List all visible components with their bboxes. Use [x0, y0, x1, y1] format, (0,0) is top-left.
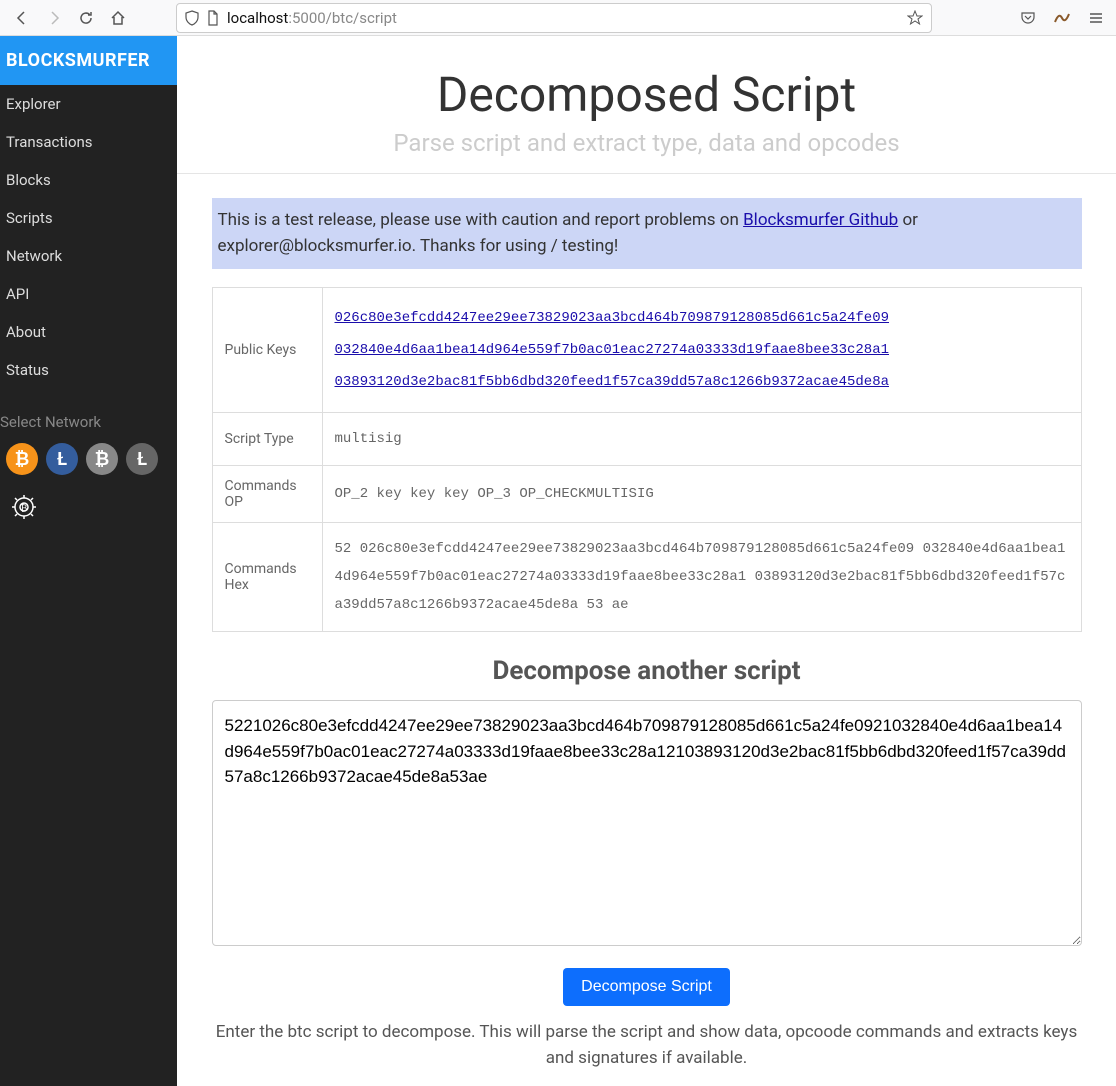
- select-network-label: Select Network: [0, 389, 177, 443]
- network-coin-bitcoin-testnet[interactable]: ₿: [86, 443, 118, 475]
- value-commands-op: OP_2 key key key OP_3 OP_CHECKMULTISIG: [322, 466, 1081, 523]
- arrow-left-icon: [14, 10, 30, 26]
- value-commands-hex: 52 026c80e3efcdd4247ee29ee73829023aa3bcd…: [322, 523, 1081, 632]
- sidebar-item-blocks[interactable]: Blocks: [0, 161, 177, 199]
- url-bar[interactable]: localhost:5000/btc/script: [176, 3, 932, 33]
- test-release-notice: This is a test release, please use with …: [212, 198, 1082, 269]
- arrow-right-icon: [46, 10, 62, 26]
- menu-icon[interactable]: [1084, 6, 1108, 30]
- brand-logo[interactable]: BLOCKSMURFER: [0, 36, 177, 85]
- sidebar: BLOCKSMURFER ExplorerTransactionsBlocksS…: [0, 36, 177, 1086]
- url-text: localhost:5000/btc/script: [227, 9, 899, 27]
- forward-button[interactable]: [40, 4, 68, 32]
- public-key-link[interactable]: 026c80e3efcdd4247ee29ee73829023aa3bcd464…: [335, 304, 1069, 332]
- help-text: Enter the btc script to decompose. This …: [212, 1020, 1082, 1071]
- decompose-heading: Decompose another script: [212, 656, 1082, 686]
- network-coin-litecoin-testnet[interactable]: Ł: [126, 443, 158, 475]
- sidebar-item-status[interactable]: Status: [0, 351, 177, 389]
- script-info-table: Public Keys 026c80e3efcdd4247ee29ee73829…: [212, 287, 1082, 632]
- browser-toolbar: localhost:5000/btc/script: [0, 0, 1116, 36]
- back-button[interactable]: [8, 4, 36, 32]
- label-public-keys: Public Keys: [212, 288, 322, 413]
- page-subtitle: Parse script and extract type, data and …: [212, 129, 1082, 157]
- pocket-icon[interactable]: [1016, 6, 1040, 30]
- sidebar-item-transactions[interactable]: Transactions: [0, 123, 177, 161]
- label-script-type: Script Type: [212, 413, 322, 466]
- network-coin-row: ₿Ł₿Ł: [0, 443, 177, 489]
- value-script-type: multisig: [322, 413, 1081, 466]
- value-public-keys: 026c80e3efcdd4247ee29ee73829023aa3bcd464…: [322, 288, 1081, 413]
- bookmark-star-icon[interactable]: [907, 10, 923, 26]
- extension-icon[interactable]: [1050, 6, 1074, 30]
- label-commands-op: Commands OP: [212, 466, 322, 523]
- reload-icon: [78, 10, 94, 26]
- github-link[interactable]: Blocksmurfer Github: [743, 210, 898, 230]
- network-coin-bitcoin[interactable]: ₿: [6, 443, 38, 475]
- public-key-link[interactable]: 03893120d3e2bac81f5bb6dbd320feed1f57ca39…: [335, 368, 1069, 396]
- shield-icon[interactable]: [185, 10, 199, 26]
- sidebar-item-scripts[interactable]: Scripts: [0, 199, 177, 237]
- reload-button[interactable]: [72, 4, 100, 32]
- page-title: Decomposed Script: [212, 66, 1082, 123]
- document-icon: [207, 10, 219, 26]
- home-icon: [110, 10, 126, 26]
- sidebar-item-about[interactable]: About: [0, 313, 177, 351]
- browser-right-icons: [1016, 6, 1108, 30]
- network-coin-litecoin[interactable]: Ł: [46, 443, 78, 475]
- label-commands-hex: Commands Hex: [212, 523, 322, 632]
- divider: [177, 173, 1116, 174]
- main-content: Decomposed Script Parse script and extra…: [177, 36, 1116, 1086]
- public-key-link[interactable]: 032840e4d6aa1bea14d964e559f7b0ac01eac272…: [335, 336, 1069, 364]
- sidebar-item-explorer[interactable]: Explorer: [0, 85, 177, 123]
- svg-text:₿: ₿: [21, 503, 28, 514]
- home-button[interactable]: [104, 4, 132, 32]
- script-hex-input[interactable]: [212, 700, 1082, 946]
- decompose-button[interactable]: Decompose Script: [563, 968, 730, 1006]
- sidebar-item-network[interactable]: Network: [0, 237, 177, 275]
- settings-gear-icon[interactable]: ₿: [0, 489, 177, 525]
- sidebar-item-api[interactable]: API: [0, 275, 177, 313]
